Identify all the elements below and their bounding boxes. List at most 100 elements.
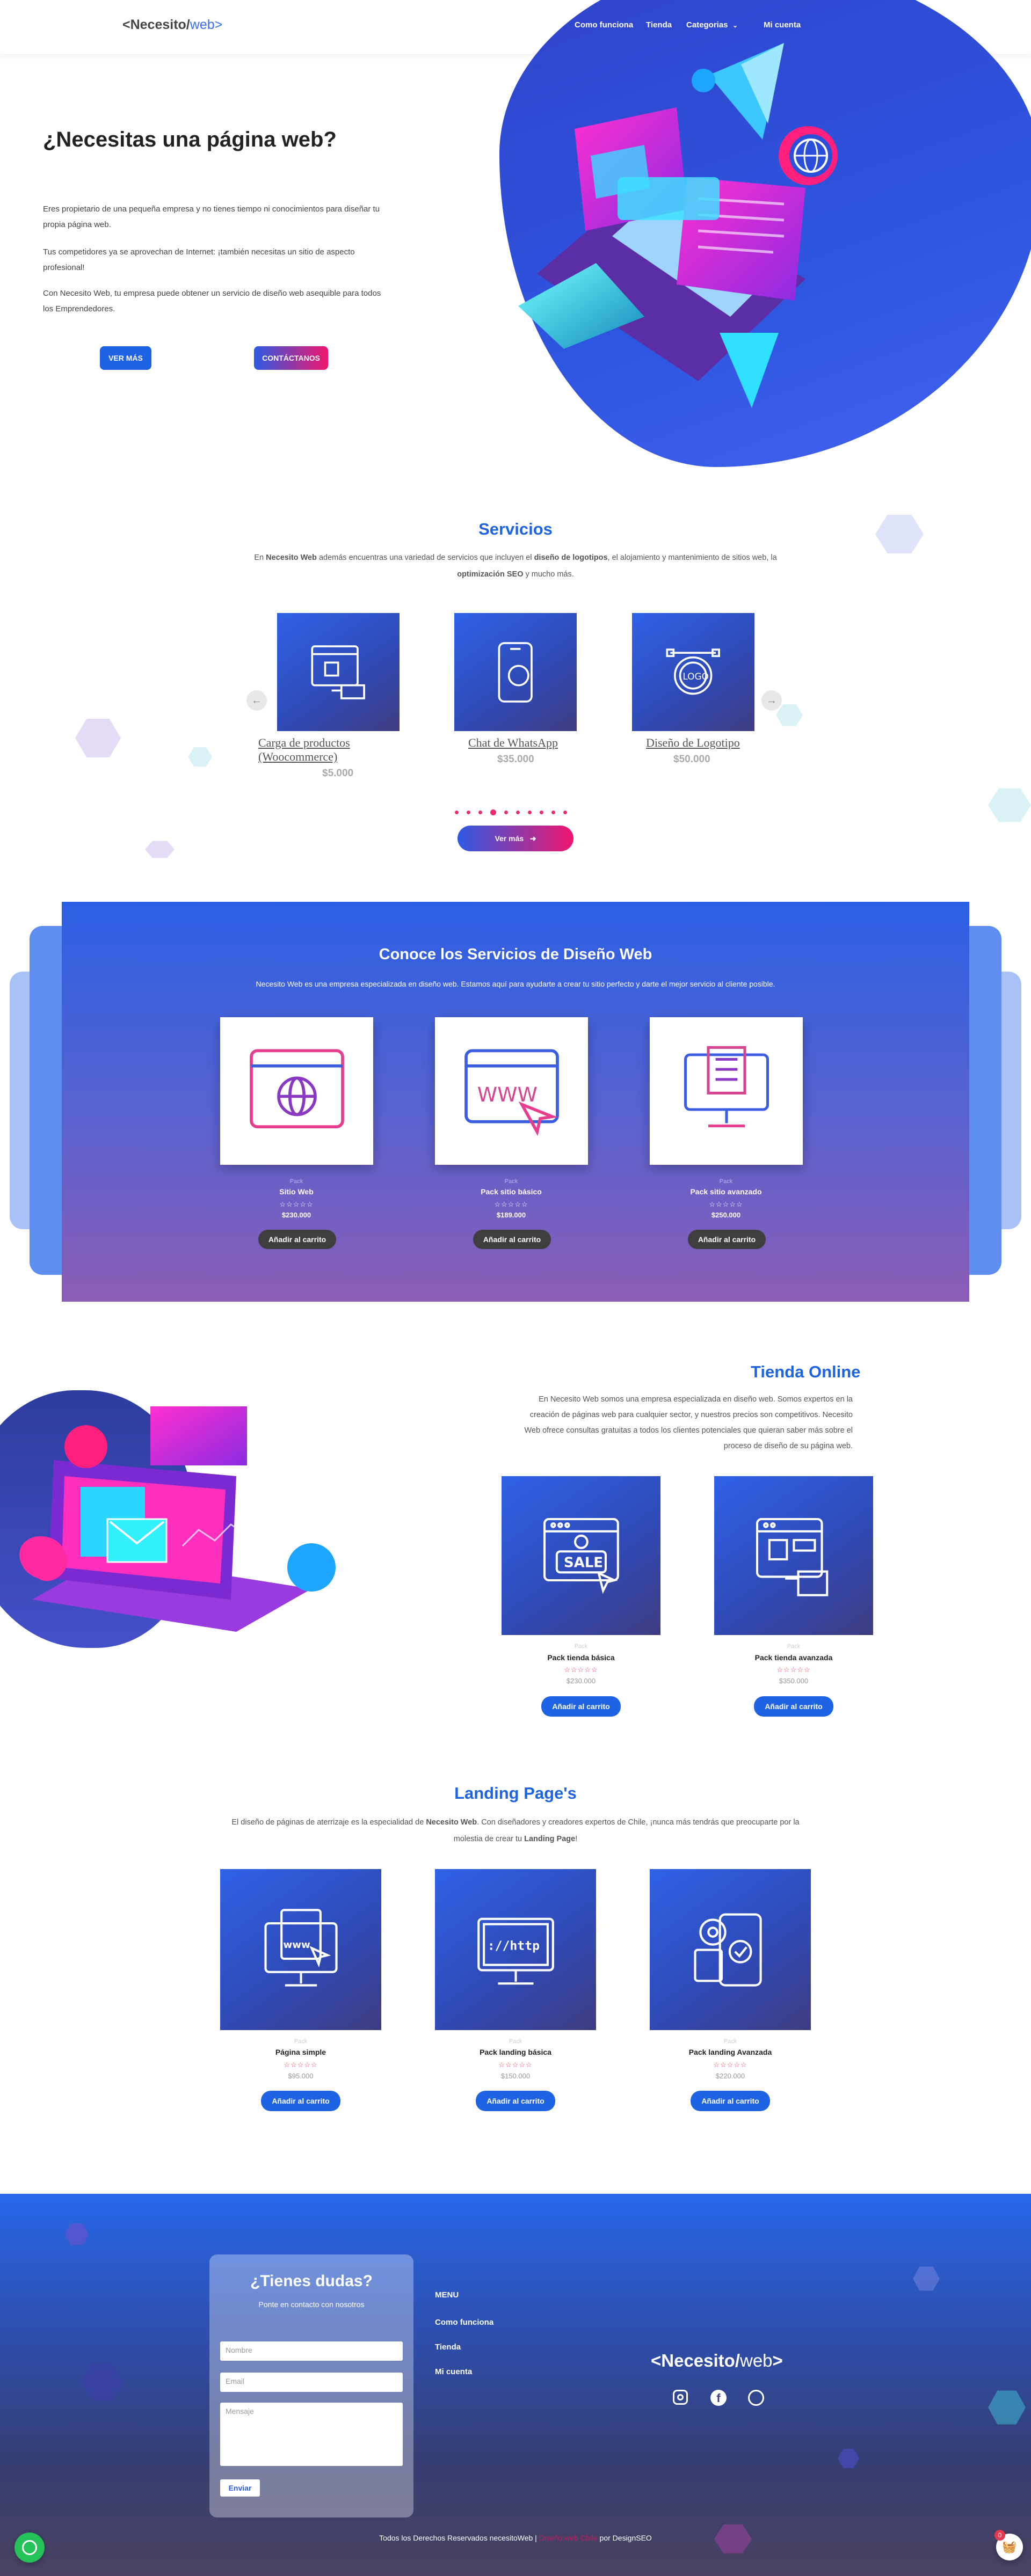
page: <Necesito/web> Como funciona Tienda Cate… [0,0,1031,2576]
whatsapp-float-button[interactable] [14,2533,45,2563]
product-card-pack-landing-avanzada[interactable] [650,1869,811,2030]
footer-link-mi-cuenta[interactable]: Mi cuenta [435,2367,472,2376]
rating-stars: ☆☆☆☆☆ [776,1666,811,1674]
add-to-cart-button[interactable]: Añadir al carrito [541,1696,621,1717]
sale-browser-icon: SALE [543,1517,619,1594]
chevron-down-icon[interactable]: ⌄ [732,21,738,29]
nav-tienda[interactable]: Tienda [646,20,672,30]
hero-paragraph-3: Con Necesito Web, tu empresa puede obten… [43,289,381,313]
add-to-cart-button[interactable]: Añadir al carrito [754,1696,833,1717]
product-name[interactable]: Sitio Web [232,1187,361,1196]
product-card-pack-sitio-basico[interactable]: WWW [435,1017,588,1165]
svg-text:LOGO: LOGO [683,670,709,681]
site-logo[interactable]: <Necesito/web> [122,17,222,33]
carousel-dot[interactable] [563,811,567,814]
facebook-icon[interactable]: f [710,2390,727,2406]
product-category: Pack [509,2038,522,2045]
service-price: $5.000 [322,768,354,779]
tienda-title: Tienda Online [751,1362,861,1381]
product-name[interactable]: Pack sitio básico [447,1187,576,1196]
carousel-dot[interactable] [455,811,459,814]
email-field[interactable]: Email [220,2373,403,2392]
service-name-woocommerce[interactable]: Carga de productos (Woocommerce) [258,736,371,764]
instagram-icon[interactable] [673,2390,688,2405]
service-tile-whatsapp[interactable] [454,613,577,731]
name-field[interactable]: Nombre [220,2341,403,2361]
nav-como-funciona[interactable]: Como funciona [575,20,633,30]
product-category: Pack [719,1178,733,1185]
product-name[interactable]: Pack tienda básica [517,1653,645,1662]
carousel-dot-active[interactable] [490,809,496,815]
product-price: $189.000 [496,1211,526,1219]
rating-stars: ☆☆☆☆☆ [709,1200,743,1208]
carousel-dot[interactable] [516,811,520,814]
hexagon-decoration [776,704,803,726]
credit-link[interactable]: Diseño web Chile [539,2534,598,2542]
product-name[interactable]: Página simple [236,2048,365,2056]
product-name[interactable]: Pack tienda avanzada [729,1653,858,1662]
carousel-dot[interactable] [467,811,470,814]
product-price: $250.000 [711,1211,741,1219]
nav-categorias[interactable]: Categorias [686,20,728,30]
monitor-checklist-icon [684,1046,769,1127]
carousel-dot[interactable] [551,811,555,814]
add-to-cart-button[interactable]: Añadir al carrito [258,1230,336,1249]
service-tile-logo[interactable]: LOGO [632,613,754,731]
carousel-dot[interactable] [504,811,508,814]
add-to-cart-button[interactable]: Añadir al carrito [261,2091,340,2111]
product-card-tienda-avanzada[interactable] [714,1476,873,1635]
hexagon-decoration [75,719,121,757]
footer-link-tienda[interactable]: Tienda [435,2343,461,2352]
message-field[interactable]: Mensaje [220,2403,403,2466]
add-to-cart-button[interactable]: Añadir al carrito [473,1230,551,1249]
add-to-cart-button[interactable]: Añadir al carrito [476,2091,555,2111]
product-card-pack-landing-basica[interactable]: ://http [435,1869,596,2030]
product-name[interactable]: Pack landing básica [451,2048,580,2056]
send-button[interactable]: Enviar [220,2479,260,2497]
carousel-dot[interactable] [528,811,532,814]
svg-text:SALE: SALE [563,1555,602,1571]
servicios-title: Servicios [478,520,553,538]
footer-menu-title: MENU [435,2290,459,2300]
product-card-pagina-simple[interactable]: www [220,1869,381,2030]
ver-mas-button[interactable]: VER MÁS [100,346,151,370]
footer-link-como-funciona[interactable]: Como funciona [435,2318,493,2327]
footer-logo[interactable]: <Necesito/web> [651,2351,783,2371]
carousel-dot[interactable] [478,811,482,814]
product-price: $350.000 [779,1677,809,1685]
servicios-ver-mas-button[interactable]: Ver más ➜ [458,826,573,851]
form-title: ¿Tienes dudas? [250,2272,373,2290]
cart-count-badge: 0 [994,2530,1005,2541]
product-card-pack-sitio-avanzado[interactable] [650,1017,803,1165]
carousel-prev-arrow[interactable]: ← [246,690,267,711]
product-price: $150.000 [500,2072,531,2080]
contactanos-button[interactable]: CONTÁCTANOS [254,346,328,370]
product-card-sitio-web[interactable] [220,1017,373,1165]
product-price: $230.000 [566,1677,596,1685]
rating-stars: ☆☆☆☆☆ [494,1200,528,1208]
product-card-tienda-basica[interactable]: SALE [502,1476,660,1635]
add-to-cart-button[interactable]: Añadir al carrito [688,1230,766,1249]
add-to-cart-button[interactable]: Añadir al carrito [691,2091,770,2111]
ecommerce-laptop-illustration [19,1406,336,1632]
whatsapp-icon[interactable] [748,2390,764,2406]
service-name-whatsapp[interactable]: Chat de WhatsApp [468,736,576,750]
service-tile-woocommerce[interactable] [277,613,400,731]
carousel-dot[interactable] [540,811,543,814]
shopping-hand-icon [311,645,366,699]
svg-text:://http: ://http [487,1939,539,1953]
logo-design-icon: LOGO [666,648,721,695]
product-category: Pack [574,1643,588,1650]
nav-mi-cuenta[interactable]: Mi cuenta [764,20,801,30]
shopping-browser-icon [756,1517,828,1596]
carousel-next-arrow[interactable]: → [761,690,782,711]
service-name-logo[interactable]: Diseño de Logotipo [646,736,753,750]
www-cursor-icon: WWW [464,1049,559,1136]
hexagon-decoration [988,788,1031,822]
hexagon-decoration [188,747,212,767]
product-name[interactable]: Pack sitio avanzado [662,1187,790,1196]
landing-description: El diseño de páginas de aterrizaje es la… [231,1818,800,1843]
product-name[interactable]: Pack landing Avanzada [666,2048,795,2056]
whatsapp-phone-icon [498,641,533,703]
svg-text:WWW: WWW [477,1082,537,1106]
